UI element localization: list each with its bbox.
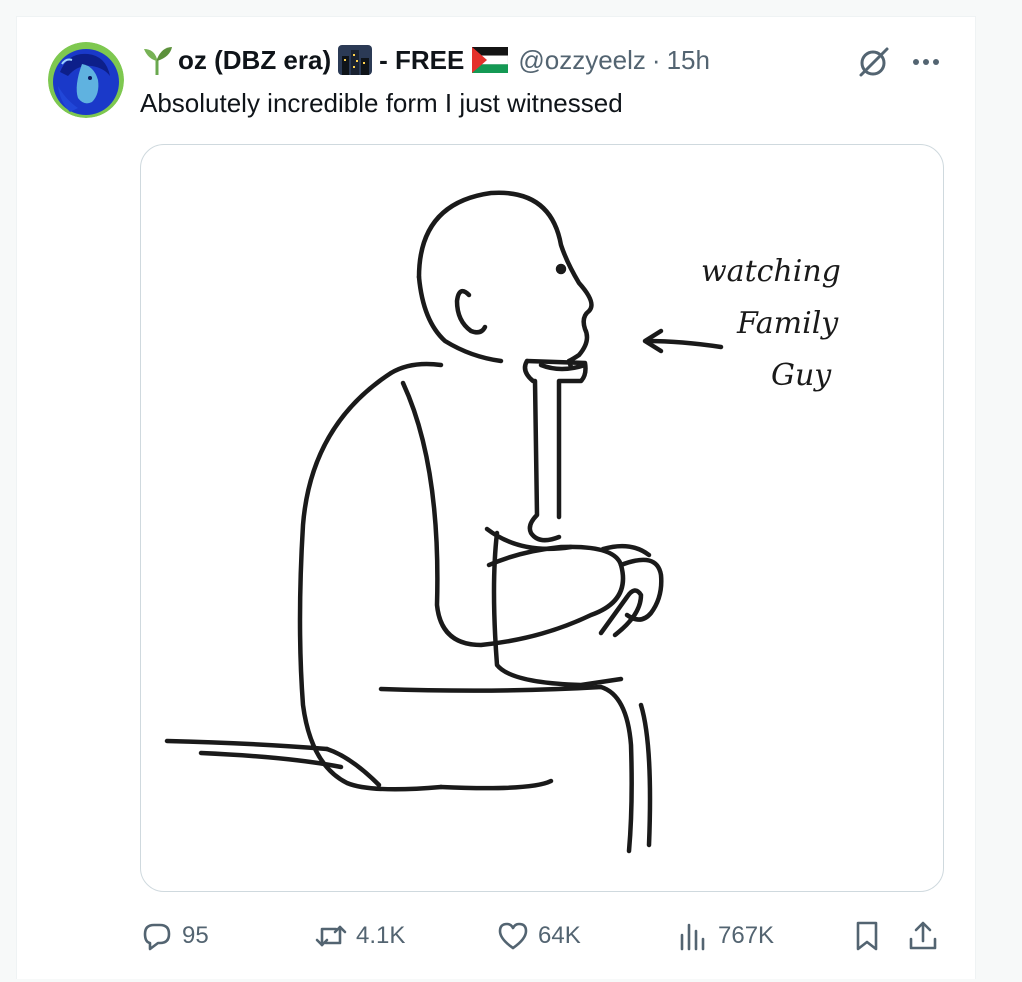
repost-button[interactable]: 4.1K (314, 916, 405, 956)
reply-count: 95 (182, 922, 209, 949)
repost-count: 4.1K (356, 922, 406, 949)
like-count: 64K (538, 922, 581, 949)
tweet-actions-bar: 95 4.1K 64K 767K (140, 916, 944, 956)
share-icon (909, 921, 937, 950)
tweet-timestamp[interactable]: 15h (667, 45, 710, 76)
views-count: 767K (718, 922, 775, 949)
sketch-drawing: watching Family Guy (164, 190, 841, 854)
repost-icon (315, 925, 347, 947)
like-button[interactable]: 64K (496, 916, 581, 956)
bookmark-button[interactable] (850, 916, 884, 956)
avatar-image (48, 42, 124, 118)
author-display-name[interactable]: oz (DBZ era) (178, 45, 331, 76)
night-city-emoji-icon (337, 44, 373, 76)
sketch-label-line-1: watching (701, 254, 841, 289)
share-button[interactable] (906, 916, 940, 956)
seedling-emoji-icon (140, 43, 174, 77)
more-dots-icon[interactable] (908, 48, 944, 76)
tweet-header: oz (DBZ era) - FREE @ozzyeelz · 15h (140, 42, 710, 78)
tweet-media-image[interactable]: watching Family Guy (140, 144, 944, 892)
sketch-label-line-2: Family (736, 306, 839, 341)
heart-icon (498, 922, 528, 950)
bookmark-icon (856, 921, 878, 951)
views-chart-icon (680, 923, 705, 951)
avatar[interactable] (48, 42, 124, 118)
palestine-flag-icon (472, 47, 509, 73)
views-button[interactable]: 767K (676, 916, 774, 956)
reply-icon (143, 923, 171, 951)
grok-icon[interactable] (856, 44, 892, 80)
header-separator: · (651, 44, 661, 75)
sketch-label-line-3: Guy (771, 358, 832, 393)
author-handle[interactable]: @ozzyeelz (518, 45, 646, 76)
tweet-text: Absolutely incredible form I just witnes… (140, 88, 623, 118)
reply-button[interactable]: 95 (140, 916, 209, 956)
author-name-suffix[interactable]: - FREE (379, 45, 464, 76)
